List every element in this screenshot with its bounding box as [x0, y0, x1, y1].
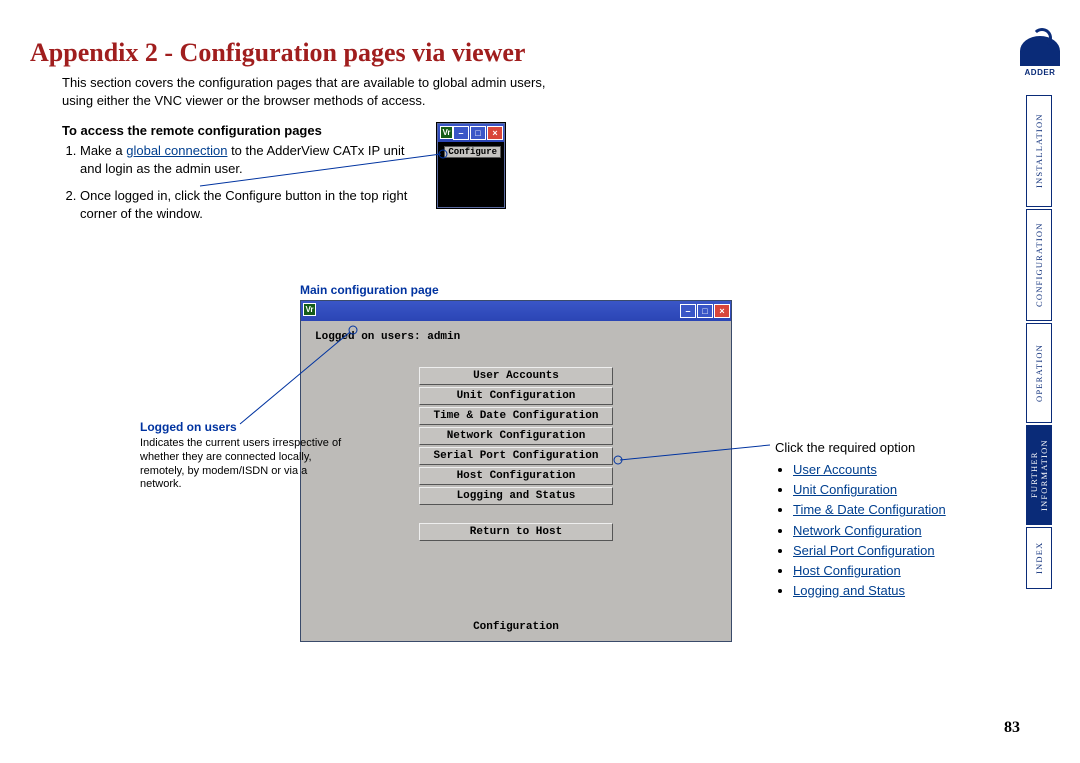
menu-logging-status[interactable]: Logging and Status	[419, 487, 613, 505]
maximize-icon: □	[470, 126, 486, 140]
callout-users-body: Indicates the current users irrespective…	[140, 437, 350, 492]
adder-logo: ADDER	[1016, 36, 1064, 77]
page-title: Appendix 2 - Configuration pages via vie…	[30, 38, 1030, 68]
app-icon: Vr	[440, 126, 453, 139]
menu-user-accounts[interactable]: User Accounts	[419, 367, 613, 385]
return-to-host-button[interactable]: Return to Host	[419, 523, 613, 541]
config-menu: User Accounts Unit Configuration Time & …	[309, 367, 723, 541]
intro-text: This section covers the configuration pa…	[62, 74, 552, 109]
steps-list: Make a global connection to the AdderVie…	[80, 142, 410, 222]
menu-unit-configuration[interactable]: Unit Configuration	[419, 387, 613, 405]
link-host[interactable]: Host Configuration	[793, 563, 901, 578]
close-icon: ×	[487, 126, 503, 140]
callout-users-title: Logged on users	[140, 420, 350, 435]
link-time-date[interactable]: Time & Date Configuration	[793, 502, 946, 517]
main-config-screenshot: Vr – □ × Logged on users: admin User Acc…	[300, 300, 732, 642]
minimize-icon: –	[680, 304, 696, 318]
access-subhead: To access the remote configuration pages	[62, 123, 1030, 138]
configure-button-small: Configure	[444, 146, 501, 158]
menu-time-date[interactable]: Time & Date Configuration	[419, 407, 613, 425]
minimize-icon: –	[453, 126, 469, 140]
step-1: Make a global connection to the AdderVie…	[80, 142, 410, 177]
step-2: Once logged in, click the Configure butt…	[80, 187, 410, 222]
tab-operation[interactable]: OPERATION	[1026, 323, 1052, 423]
global-connection-link[interactable]: global connection	[126, 143, 227, 158]
logged-on-users-callout: Logged on users Indicates the current us…	[140, 420, 350, 492]
tab-installation[interactable]: INSTALLATION	[1026, 95, 1052, 207]
page-number: 83	[1004, 719, 1020, 737]
section-tabs: INSTALLATION CONFIGURATION OPERATION FUR…	[1026, 95, 1062, 591]
tab-further-information[interactable]: FURTHER INFORMATION	[1026, 425, 1052, 525]
link-user-accounts[interactable]: User Accounts	[793, 462, 877, 477]
configure-corner-screenshot: Vr – □ × Configure	[437, 123, 505, 208]
close-icon: ×	[714, 304, 730, 318]
menu-serial-port[interactable]: Serial Port Configuration	[419, 447, 613, 465]
link-unit-configuration[interactable]: Unit Configuration	[793, 482, 897, 497]
snake-icon	[1020, 36, 1060, 66]
panel-title: Configuration	[301, 621, 731, 633]
logged-on-users-line: Logged on users: admin	[315, 331, 723, 343]
maximize-icon: □	[697, 304, 713, 318]
app-icon: Vr	[303, 303, 316, 316]
link-serial-port[interactable]: Serial Port Configuration	[793, 543, 935, 558]
titlebar-large: Vr – □ ×	[301, 301, 731, 321]
link-logging-status[interactable]: Logging and Status	[793, 583, 905, 598]
menu-network[interactable]: Network Configuration	[419, 427, 613, 445]
link-network[interactable]: Network Configuration	[793, 523, 922, 538]
titlebar-small: Vr – □ ×	[438, 124, 504, 142]
menu-host[interactable]: Host Configuration	[419, 467, 613, 485]
click-option-callout: Click the required option User Accounts …	[775, 438, 1005, 601]
tab-index[interactable]: INDEX	[1026, 527, 1052, 589]
main-config-caption: Main configuration page	[300, 283, 439, 297]
tab-configuration[interactable]: CONFIGURATION	[1026, 209, 1052, 321]
callout-right-lead: Click the required option	[775, 438, 1005, 458]
